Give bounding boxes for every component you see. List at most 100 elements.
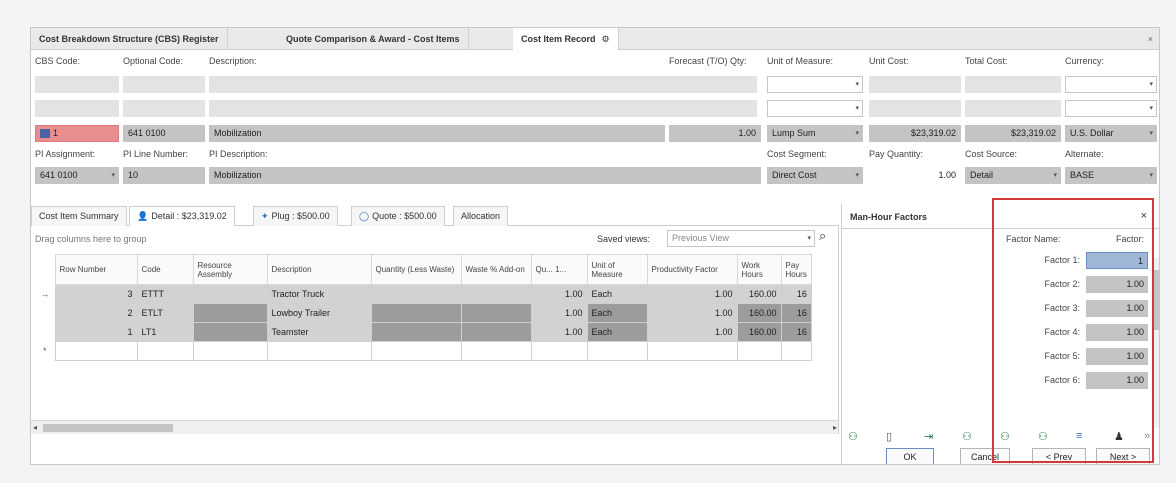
cbs-code-field[interactable]: 1 [35, 125, 119, 142]
table-row[interactable]: 1 LT1 Teamster 1.00 Each 1.00 160.00 16 [35, 322, 812, 342]
total-cost-level-field[interactable] [965, 100, 1061, 117]
column-header[interactable]: Row Number [54, 254, 138, 285]
work-hours-cell[interactable]: 160.00 [736, 303, 782, 323]
tab-quote[interactable]: ◯ Quote : $500.00 [351, 206, 445, 226]
productivity-cell[interactable]: 1.00 [646, 322, 738, 342]
currency-level-select[interactable]: ▾ [1065, 100, 1157, 117]
new-row-cell[interactable] [460, 341, 532, 361]
currency-select[interactable]: U.S. Dollar ▾ [1065, 125, 1157, 142]
new-row-cell[interactable] [736, 341, 782, 361]
description-cell[interactable]: Tractor Truck [266, 284, 372, 304]
quantity-cell[interactable] [370, 303, 462, 323]
waste-cell[interactable] [460, 284, 532, 304]
column-header[interactable]: Resource Assembly [192, 254, 268, 285]
column-header[interactable]: Description [266, 254, 372, 285]
pay-hours-cell[interactable]: 16 [780, 284, 812, 304]
column-header[interactable]: Code [136, 254, 194, 285]
pi-assignment-select[interactable]: 641 0100 ▾ [35, 167, 119, 184]
unit-cost-level-field[interactable] [869, 100, 961, 117]
document-icon[interactable]: ▯ [886, 430, 892, 443]
tab-cbs-register[interactable]: Cost Breakdown Structure (CBS) Register [31, 28, 228, 50]
column-header[interactable]: Qu... 1... [530, 254, 588, 285]
tab-quote-comparison[interactable]: Quote Comparison & Award - Cost Items [278, 28, 469, 50]
quantity-cell[interactable] [370, 284, 462, 304]
uom-cell[interactable]: Each [586, 303, 648, 323]
scroll-left-icon[interactable]: ◂ [33, 421, 37, 434]
scrollbar-thumb[interactable] [43, 424, 173, 432]
cbs-code-level-field[interactable] [35, 100, 119, 117]
uom-level-select[interactable]: ▾ [767, 100, 863, 117]
new-row-cell[interactable] [266, 341, 372, 361]
qu-cell[interactable]: 1.00 [530, 284, 588, 304]
optional-code-level-field[interactable] [123, 76, 205, 93]
new-row-cell[interactable] [192, 341, 268, 361]
unit-cost-level-field[interactable] [869, 76, 961, 93]
pi-description-field[interactable]: Mobilization [209, 167, 761, 184]
productivity-cell[interactable]: 1.00 [646, 284, 738, 304]
table-row[interactable]: → 3 ETTT Tractor Truck 1.00 Each 1.00 16… [35, 284, 812, 304]
column-header[interactable]: Quantity (Less Waste) [370, 254, 462, 285]
code-cell[interactable]: ETLT [136, 303, 194, 323]
new-row-cell[interactable] [780, 341, 812, 361]
qu-cell[interactable]: 1.00 [530, 322, 588, 342]
productivity-cell[interactable]: 1.00 [646, 303, 738, 323]
resource-cell[interactable] [192, 322, 268, 342]
column-header[interactable]: Work Hours [736, 254, 782, 285]
assign-icon[interactable]: ⚇ [962, 430, 972, 443]
quantity-cell[interactable] [370, 322, 462, 342]
new-row-cell[interactable] [530, 341, 588, 361]
row-number-cell[interactable]: 1 [54, 322, 138, 342]
description-level-field[interactable] [209, 100, 757, 117]
tab-allocation[interactable]: Allocation [453, 206, 509, 226]
cbs-code-level-field[interactable] [35, 76, 119, 93]
scroll-right-icon[interactable]: ▸ [833, 421, 837, 434]
tab-cost-item-record[interactable]: Cost Item Record ⚙ [513, 28, 619, 50]
uom-level-select[interactable]: ▾ [767, 76, 863, 93]
work-hours-cell[interactable]: 160.00 [736, 322, 782, 342]
tab-plug[interactable]: ✦ Plug : $500.00 [253, 206, 338, 226]
group-drop-zone[interactable]: Drag columns here to group [35, 234, 147, 244]
new-row-cell[interactable] [370, 341, 462, 361]
waste-cell[interactable] [460, 322, 532, 342]
new-row-cell[interactable] [586, 341, 648, 361]
tab-cost-item-summary[interactable]: Cost Item Summary [31, 206, 127, 226]
code-cell[interactable]: ETTT [136, 284, 194, 304]
new-row[interactable]: * [35, 341, 812, 361]
pi-line-number-field[interactable]: 10 [123, 167, 205, 184]
code-cell[interactable]: LT1 [136, 322, 194, 342]
column-header[interactable]: Waste % Add-on [460, 254, 532, 285]
alternate-select[interactable]: BASE ▾ [1065, 167, 1157, 184]
horizontal-scrollbar[interactable]: ◂ ▸ [31, 420, 838, 434]
description-cell[interactable]: Lowboy Trailer [266, 303, 372, 323]
column-header[interactable]: Productivity Factor [646, 254, 738, 285]
pay-hours-cell[interactable]: 16 [780, 303, 812, 323]
description-cell[interactable]: Teamster [266, 322, 372, 342]
unit-cost-field[interactable]: $23,319.02 [869, 125, 961, 142]
description-field[interactable]: Mobilization [209, 125, 665, 142]
close-icon[interactable]: × [1148, 28, 1153, 50]
column-header[interactable]: Pay Hours [780, 254, 812, 285]
table-row[interactable]: 2 ETLT Lowboy Trailer 1.00 Each 1.00 160… [35, 303, 812, 323]
column-header[interactable]: Unit of Measure [586, 254, 648, 285]
uom-cell[interactable]: Each [586, 322, 648, 342]
qu-cell[interactable]: 1.00 [530, 303, 588, 323]
pay-quantity-field[interactable]: 1.00 [869, 167, 961, 184]
row-number-cell[interactable]: 3 [54, 284, 138, 304]
uom-cell[interactable]: Each [586, 284, 648, 304]
export-icon[interactable]: ⇥ [924, 430, 933, 443]
total-cost-level-field[interactable] [965, 76, 1061, 93]
optional-code-field[interactable]: 641 0100 [123, 125, 205, 142]
new-row-cell[interactable] [54, 341, 138, 361]
optional-code-level-field[interactable] [123, 100, 205, 117]
resource-cell[interactable] [192, 284, 268, 304]
waste-cell[interactable] [460, 303, 532, 323]
add-resource-icon[interactable]: ⚇ [848, 430, 858, 443]
tab-detail[interactable]: 👤 Detail : $23,319.02 [129, 206, 235, 226]
currency-level-select[interactable]: ▾ [1065, 76, 1157, 93]
total-cost-field[interactable]: $23,319.02 [965, 125, 1061, 142]
row-number-cell[interactable]: 2 [54, 303, 138, 323]
ok-button[interactable]: OK [886, 448, 934, 464]
forecast-qty-field[interactable]: 1.00 [669, 125, 761, 142]
new-row-cell[interactable] [646, 341, 738, 361]
new-row-cell[interactable] [136, 341, 194, 361]
